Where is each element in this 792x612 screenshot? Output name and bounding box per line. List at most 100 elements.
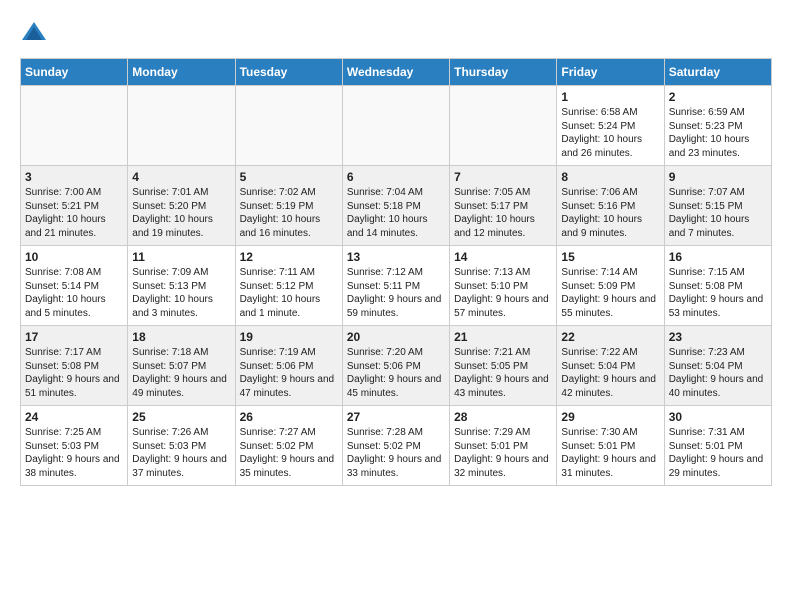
day-info: Sunrise: 7:23 AMSunset: 5:04 PMDaylight:… (669, 346, 767, 400)
day-number: 27 (347, 410, 445, 424)
day-info: Sunrise: 7:14 AMSunset: 5:09 PMDaylight:… (561, 266, 659, 320)
day-info: Sunrise: 7:05 AMSunset: 5:17 PMDaylight:… (454, 186, 552, 240)
day-number: 29 (561, 410, 659, 424)
calendar-cell: 24Sunrise: 7:25 AMSunset: 5:03 PMDayligh… (21, 406, 128, 486)
calendar-cell: 23 Sunrise: 7:23 AMSunset: 5:04 PMDayligh… (664, 326, 771, 406)
header (20, 20, 772, 48)
calendar-cell: 25 Sunrise: 7:26 AMSunset: 5:03 PMDayligh… (128, 406, 235, 486)
day-number: 24 (25, 410, 123, 424)
calendar-cell: 4Sunrise: 7:01 AMSunset: 5:20 PMDaylight… (128, 166, 235, 246)
day-number: 13 (347, 250, 445, 264)
day-number: 9 (669, 170, 767, 184)
day-number: 6 (347, 170, 445, 184)
day-info: Sunrise: 7:30 AMSunset: 5:01 PMDaylight:… (561, 426, 659, 480)
day-info: Sunrise: 7:00 AMSunset: 5:21 PMDaylight:… (25, 186, 123, 240)
calendar-cell: 1 Sunrise: 6:58 AMSunset: 5:24 PMDaylight… (557, 86, 664, 166)
day-number: 26 (240, 410, 338, 424)
day-info: Sunrise: 6:58 AMSunset: 5:24 PMDaylight:… (561, 106, 659, 160)
day-info: Sunrise: 7:12 AMSunset: 5:11 PMDaylight:… (347, 266, 445, 320)
calendar-cell: 28 Sunrise: 7:29 AMSunset: 5:01 PMDayligh… (450, 406, 557, 486)
calendar-cell: 19 Sunrise: 7:19 AMSunset: 5:06 PMDayligh… (235, 326, 342, 406)
day-info: Sunrise: 7:09 AMSunset: 5:13 PMDaylight:… (132, 266, 230, 320)
calendar-cell: 30 Sunrise: 7:31 AMSunset: 5:01 PMDayligh… (664, 406, 771, 486)
calendar-week-row: 3 Sunrise: 7:00 AMSunset: 5:21 PMDaylight… (21, 166, 772, 246)
day-info: Sunrise: 7:07 AMSunset: 5:15 PMDaylight:… (669, 186, 767, 240)
calendar-header-monday: Monday (128, 59, 235, 86)
day-number: 1 (561, 90, 659, 104)
day-info: Sunrise: 7:31 AMSunset: 5:01 PMDaylight:… (669, 426, 767, 480)
calendar-cell: 8 Sunrise: 7:06 AMSunset: 5:16 PMDaylight… (557, 166, 664, 246)
calendar-cell: 9 Sunrise: 7:07 AMSunset: 5:15 PMDaylight… (664, 166, 771, 246)
day-number: 18 (132, 330, 230, 344)
day-number: 17 (25, 330, 123, 344)
calendar-week-row: 17 Sunrise: 7:17 AMSunset: 5:08 PMDayligh… (21, 326, 772, 406)
calendar-cell: 21 Sunrise: 7:21 AMSunset: 5:05 PMDayligh… (450, 326, 557, 406)
day-number: 23 (669, 330, 767, 344)
calendar-cell: 15 Sunrise: 7:14 AMSunset: 5:09 PMDayligh… (557, 246, 664, 326)
day-info: Sunrise: 7:29 AMSunset: 5:01 PMDaylight:… (454, 426, 552, 480)
day-info: Sunrise: 7:08 AMSunset: 5:14 PMDaylight:… (25, 266, 123, 320)
calendar-cell: 3 Sunrise: 7:00 AMSunset: 5:21 PMDaylight… (21, 166, 128, 246)
day-number: 19 (240, 330, 338, 344)
calendar-cell: 14 Sunrise: 7:13 AMSunset: 5:10 PMDayligh… (450, 246, 557, 326)
day-number: 3 (25, 170, 123, 184)
calendar-cell: 12 Sunrise: 7:11 AMSunset: 5:12 PMDayligh… (235, 246, 342, 326)
day-number: 21 (454, 330, 552, 344)
calendar-cell: 16Sunrise: 7:15 AMSunset: 5:08 PMDayligh… (664, 246, 771, 326)
day-info: Sunrise: 7:19 AMSunset: 5:06 PMDaylight:… (240, 346, 338, 400)
page: SundayMondayTuesdayWednesdayThursdayFrid… (0, 0, 792, 496)
day-info: Sunrise: 7:20 AMSunset: 5:06 PMDaylight:… (347, 346, 445, 400)
calendar-header-sunday: Sunday (21, 59, 128, 86)
calendar-cell: 18 Sunrise: 7:18 AMSunset: 5:07 PMDayligh… (128, 326, 235, 406)
day-number: 30 (669, 410, 767, 424)
day-number: 7 (454, 170, 552, 184)
calendar-cell (235, 86, 342, 166)
day-number: 2 (669, 90, 767, 104)
calendar-week-row: 1 Sunrise: 6:58 AMSunset: 5:24 PMDaylight… (21, 86, 772, 166)
logo (20, 20, 52, 48)
day-info: Sunrise: 7:06 AMSunset: 5:16 PMDaylight:… (561, 186, 659, 240)
calendar-table: SundayMondayTuesdayWednesdayThursdayFrid… (20, 58, 772, 486)
day-number: 10 (25, 250, 123, 264)
calendar-cell: 17 Sunrise: 7:17 AMSunset: 5:08 PMDayligh… (21, 326, 128, 406)
day-info: Sunrise: 7:13 AMSunset: 5:10 PMDaylight:… (454, 266, 552, 320)
day-number: 22 (561, 330, 659, 344)
calendar-cell: 29 Sunrise: 7:30 AMSunset: 5:01 PMDayligh… (557, 406, 664, 486)
day-number: 5 (240, 170, 338, 184)
calendar-cell: 6Sunrise: 7:04 AMSunset: 5:18 PMDaylight… (342, 166, 449, 246)
day-info: Sunrise: 7:11 AMSunset: 5:12 PMDaylight:… (240, 266, 338, 320)
day-number: 12 (240, 250, 338, 264)
calendar-header-friday: Friday (557, 59, 664, 86)
day-info: Sunrise: 7:17 AMSunset: 5:08 PMDaylight:… (25, 346, 123, 400)
calendar-cell: 22 Sunrise: 7:22 AMSunset: 5:04 PMDayligh… (557, 326, 664, 406)
day-number: 11 (132, 250, 230, 264)
calendar-cell: 11 Sunrise: 7:09 AMSunset: 5:13 PMDayligh… (128, 246, 235, 326)
calendar-header-wednesday: Wednesday (342, 59, 449, 86)
calendar-cell: 26Sunrise: 7:27 AMSunset: 5:02 PMDayligh… (235, 406, 342, 486)
day-info: Sunrise: 7:18 AMSunset: 5:07 PMDaylight:… (132, 346, 230, 400)
day-number: 16 (669, 250, 767, 264)
calendar-week-row: 10 Sunrise: 7:08 AMSunset: 5:14 PMDayligh… (21, 246, 772, 326)
calendar-cell: 27Sunrise: 7:28 AMSunset: 5:02 PMDayligh… (342, 406, 449, 486)
calendar-cell (342, 86, 449, 166)
day-info: Sunrise: 7:01 AMSunset: 5:20 PMDaylight:… (132, 186, 230, 240)
calendar-header-saturday: Saturday (664, 59, 771, 86)
calendar-cell: 20 Sunrise: 7:20 AMSunset: 5:06 PMDayligh… (342, 326, 449, 406)
calendar-cell (21, 86, 128, 166)
day-number: 28 (454, 410, 552, 424)
day-info: Sunrise: 7:22 AMSunset: 5:04 PMDaylight:… (561, 346, 659, 400)
day-number: 15 (561, 250, 659, 264)
calendar-header-row: SundayMondayTuesdayWednesdayThursdayFrid… (21, 59, 772, 86)
day-info: Sunrise: 7:26 AMSunset: 5:03 PMDaylight:… (132, 426, 230, 480)
calendar-cell (450, 86, 557, 166)
day-number: 20 (347, 330, 445, 344)
day-number: 25 (132, 410, 230, 424)
day-number: 8 (561, 170, 659, 184)
calendar-header-tuesday: Tuesday (235, 59, 342, 86)
calendar-cell: 5Sunrise: 7:02 AMSunset: 5:19 PMDaylight… (235, 166, 342, 246)
calendar-header-thursday: Thursday (450, 59, 557, 86)
day-info: Sunrise: 7:21 AMSunset: 5:05 PMDaylight:… (454, 346, 552, 400)
calendar-cell: 2Sunrise: 6:59 AMSunset: 5:23 PMDaylight… (664, 86, 771, 166)
day-number: 14 (454, 250, 552, 264)
logo-icon (20, 20, 48, 48)
